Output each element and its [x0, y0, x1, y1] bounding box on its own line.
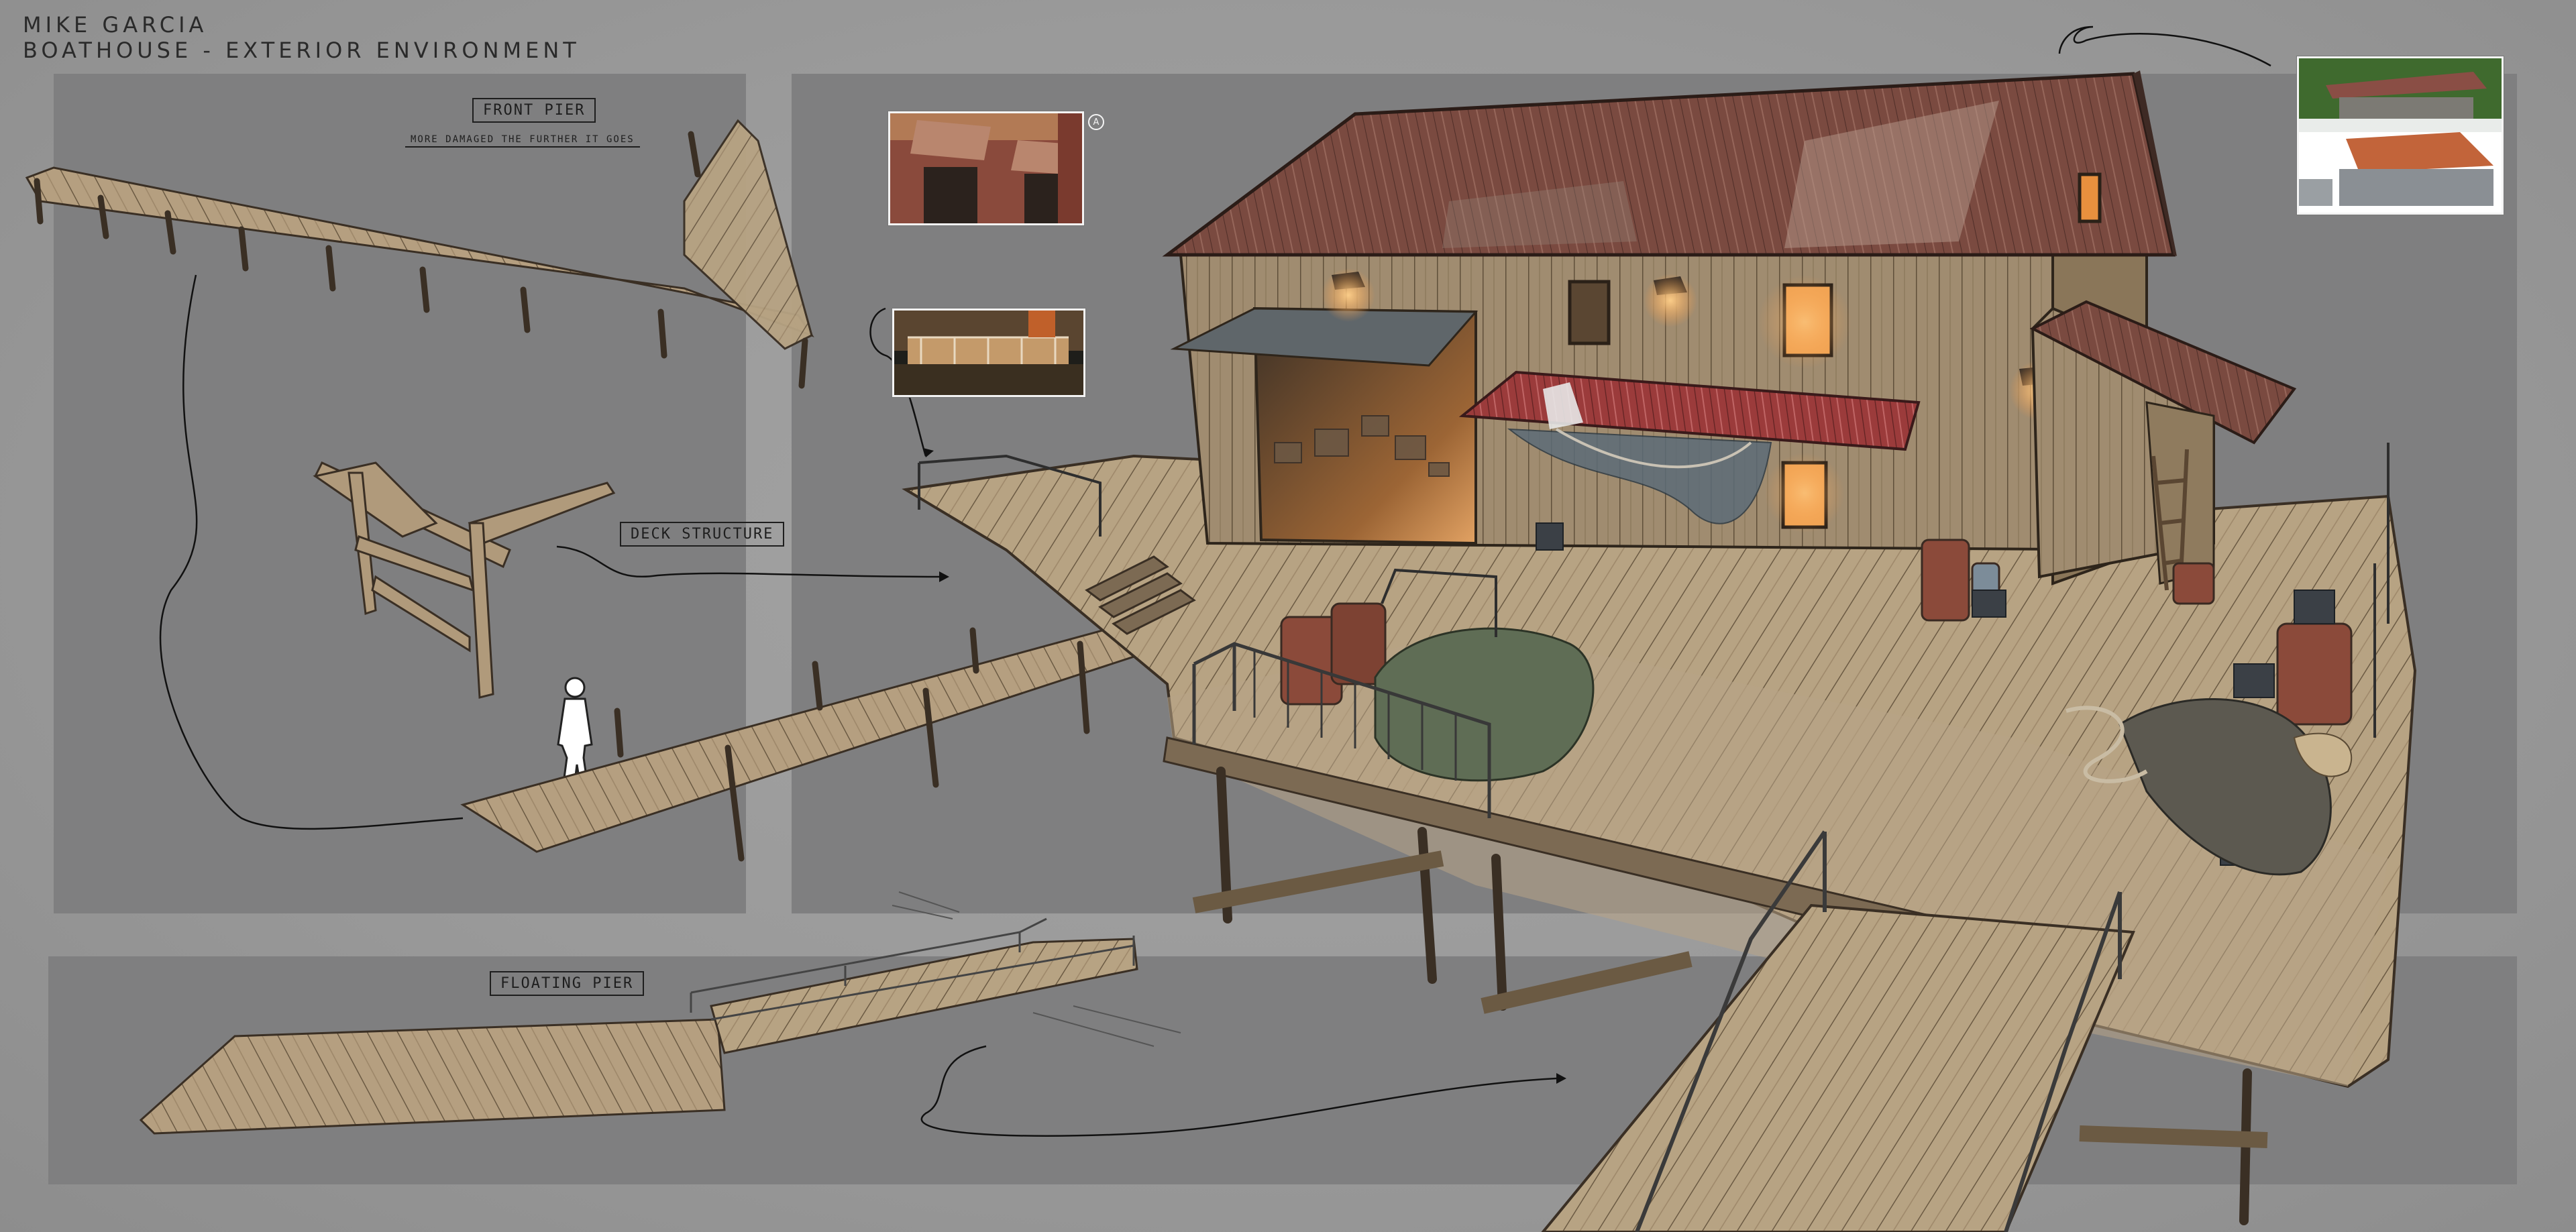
- tarp-pile: [1374, 627, 1595, 782]
- floating-pier-label: FLOATING PIER: [490, 971, 645, 996]
- reference-photo-shacks: [2297, 56, 2504, 215]
- front-pier-sketch: [25, 119, 814, 389]
- front-pier-note: MORE DAMAGED THE FURTHER IT GOES: [405, 134, 640, 148]
- concept-art-drawing: [25, 25, 2417, 1232]
- deck-structure-label: DECK STRUCTURE: [620, 522, 785, 547]
- reference-photo-dock: [892, 309, 1085, 397]
- reference-photo-awning: [888, 111, 1084, 225]
- deck-structure-sketch: [313, 461, 616, 699]
- floating-pier-sketch: [139, 891, 1181, 1135]
- front-ramp: [1541, 903, 2135, 1232]
- callout-a-badge: A: [1088, 114, 1104, 130]
- boathouse-illustration: [902, 70, 2417, 1232]
- front-pier-label: FRONT PIER: [472, 98, 596, 123]
